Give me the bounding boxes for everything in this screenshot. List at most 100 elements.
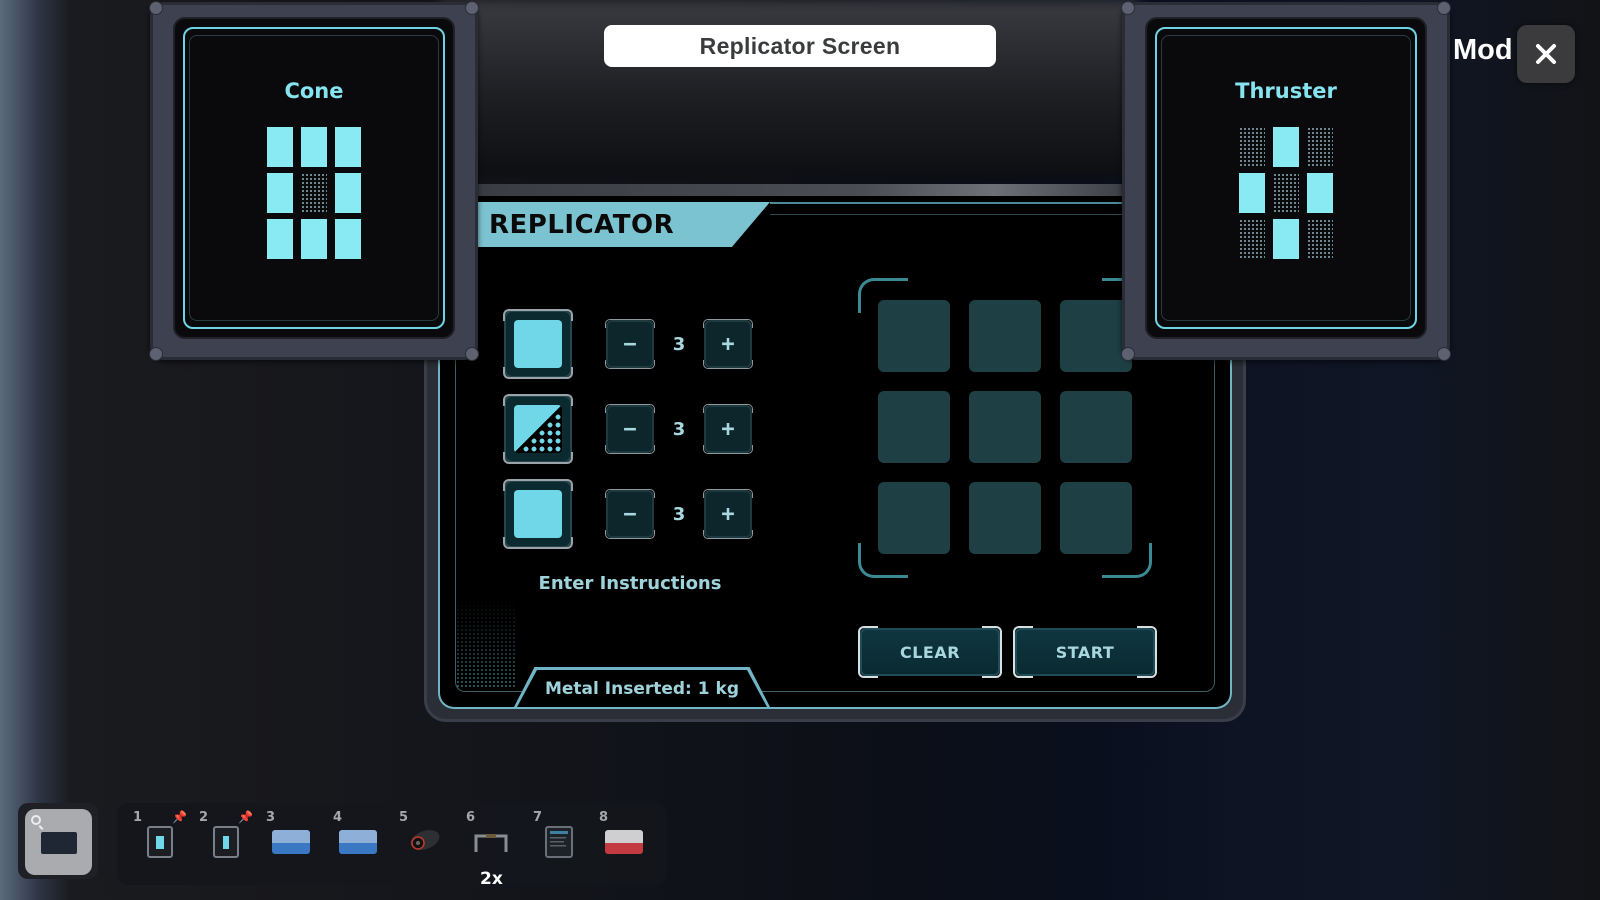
- slot-number: 7: [533, 810, 543, 825]
- recipe-block-filled: [267, 127, 293, 167]
- output-grid-cell[interactable]: [969, 391, 1041, 463]
- slot-number: 4: [333, 810, 343, 825]
- pin-icon: 📌: [172, 810, 187, 824]
- recipe-card-screen: Cone: [173, 17, 455, 339]
- pin-icon: 📌: [238, 810, 253, 824]
- increase-button[interactable]: +: [703, 489, 753, 539]
- ingredient-row: − 3 +: [503, 309, 764, 379]
- output-grid-cells: [878, 300, 1132, 554]
- header-divider: [770, 202, 1122, 204]
- decrease-button[interactable]: −: [605, 489, 655, 539]
- recipe-block-empty: [1307, 219, 1333, 259]
- full-block-icon: [514, 490, 562, 538]
- recipe-block-filled: [335, 219, 361, 259]
- replicator-header: REPLICATOR: [477, 202, 770, 247]
- decrease-button[interactable]: −: [605, 404, 655, 454]
- recipe-card-cone: Cone: [149, 1, 479, 361]
- recipe-block-filled: [335, 127, 361, 167]
- hotbar-slot-8[interactable]: 8: [599, 810, 661, 870]
- thruster-part-icon: [405, 826, 443, 858]
- red-keycard-icon: [605, 830, 643, 854]
- handle-bar-icon: [472, 828, 510, 860]
- hotbar-slot-7[interactable]: 7: [533, 810, 595, 870]
- bolt-icon: [465, 1, 479, 15]
- bolt-icon: [1437, 1, 1451, 15]
- recipe-block-filled: [301, 127, 327, 167]
- ingredient-count: 3: [672, 503, 686, 525]
- recipe-card-thruster: Thruster: [1121, 1, 1451, 361]
- bolt-icon: [1121, 347, 1135, 361]
- slot-number: 1: [133, 810, 143, 825]
- search-icon: [31, 815, 41, 825]
- ingredient-row: − 3 +: [503, 394, 764, 464]
- recipe-block-filled: [267, 173, 293, 213]
- output-grid-cell[interactable]: [878, 482, 950, 554]
- slope-block-icon: [514, 405, 562, 453]
- output-grid-cell[interactable]: [1060, 391, 1132, 463]
- decorative-dot-pattern: [456, 600, 516, 688]
- bolt-icon: [465, 347, 479, 361]
- full-block-icon: [514, 320, 562, 368]
- datapad-icon: [545, 826, 573, 862]
- recipe-block-empty: [301, 173, 327, 213]
- bolt-icon: [1437, 347, 1451, 361]
- close-button[interactable]: [1517, 25, 1575, 83]
- recipe-card-screen: Thruster: [1145, 17, 1427, 339]
- recipe-block-filled: [301, 219, 327, 259]
- recipe-block-empty: [1239, 219, 1265, 259]
- metal-inserted-status: Metal Inserted: 1 kg: [517, 670, 767, 707]
- hotbar-slot-5[interactable]: 5: [399, 810, 461, 870]
- recipe-block-filled: [1273, 127, 1299, 167]
- ingredient-slot[interactable]: [503, 394, 573, 464]
- bolt-icon: [149, 347, 163, 361]
- ingredient-slot[interactable]: [503, 309, 573, 379]
- recipe-title: Cone: [284, 79, 344, 103]
- decrease-button[interactable]: −: [605, 319, 655, 369]
- slot-number: 6: [466, 810, 476, 825]
- blue-keycard-icon: [339, 830, 377, 854]
- recipe-block-filled: [1273, 219, 1299, 259]
- recipe-pattern-grid: [1239, 127, 1333, 259]
- output-grid-cell[interactable]: [878, 391, 950, 463]
- recipe-block-empty: [1273, 173, 1299, 213]
- bolt-icon: [1121, 1, 1135, 15]
- start-button[interactable]: START: [1013, 626, 1157, 678]
- ingredient-count: 3: [672, 333, 686, 355]
- increase-button[interactable]: +: [703, 319, 753, 369]
- output-grid-cell[interactable]: [878, 300, 950, 372]
- ingredient-count: 3: [672, 418, 686, 440]
- hotbar-slot-4[interactable]: 4: [333, 810, 395, 870]
- panel-top-strip: [477, 184, 1122, 196]
- recipe-block-empty: [1239, 127, 1265, 167]
- recipe-pattern-grid: [267, 127, 361, 259]
- slot-number: 8: [599, 810, 609, 825]
- output-grid-cell[interactable]: [1060, 482, 1132, 554]
- increase-button[interactable]: +: [703, 404, 753, 454]
- screen-title: Replicator Screen: [604, 25, 996, 67]
- mod-label: Mod: [1453, 34, 1513, 66]
- recipe-block-filled: [335, 173, 361, 213]
- clear-button[interactable]: CLEAR: [858, 626, 1002, 678]
- ingredient-row: − 3 +: [503, 479, 764, 549]
- output-grid-cell[interactable]: [969, 300, 1041, 372]
- ingredient-slot[interactable]: [503, 479, 573, 549]
- output-grid: [858, 278, 1152, 578]
- recipe-block-filled: [1307, 173, 1333, 213]
- cone-recipe-card-icon: [147, 826, 173, 858]
- hotbar-slot-6[interactable]: 6: [466, 810, 528, 870]
- stack-count: 2x: [480, 869, 503, 889]
- recipe-block-filled: [1239, 173, 1265, 213]
- slot-number: 5: [399, 810, 409, 825]
- enter-instructions-label: Enter Instructions: [538, 573, 722, 594]
- slot-number: 2: [199, 810, 209, 825]
- hotbar-slot-2[interactable]: 2 📌: [199, 810, 261, 870]
- recipe-block-filled: [267, 219, 293, 259]
- inventory-button[interactable]: [25, 809, 92, 875]
- output-grid-cell[interactable]: [969, 482, 1041, 554]
- close-icon: [1536, 44, 1556, 64]
- thruster-recipe-card-icon: [213, 826, 239, 858]
- hotbar-slot-1[interactable]: 1 📌: [133, 810, 195, 870]
- hotbar-slot-3[interactable]: 3: [266, 810, 328, 870]
- recipe-title: Thruster: [1235, 79, 1337, 103]
- header-divider-secondary: [770, 214, 1122, 215]
